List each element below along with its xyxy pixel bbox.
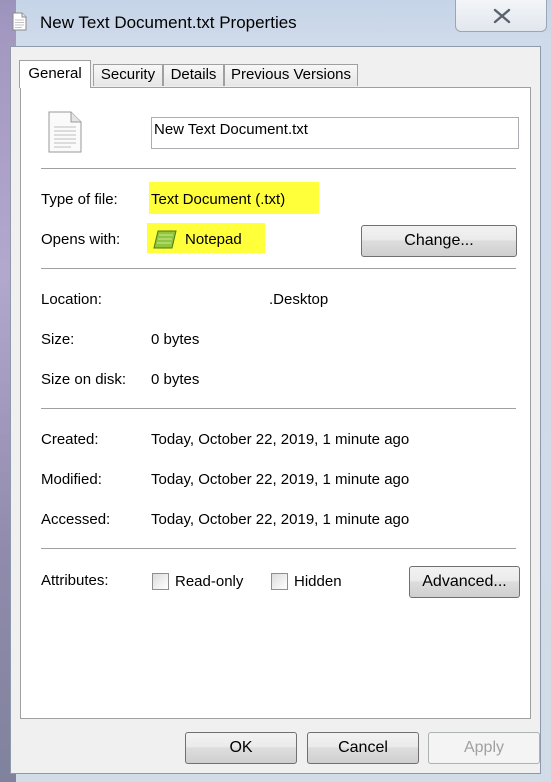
close-button[interactable] (455, 0, 547, 32)
type-of-file-value: Text Document (.txt) (151, 191, 286, 208)
separator (41, 268, 516, 270)
accessed-value: Today, October 22, 2019, 1 minute ago (151, 511, 410, 528)
apply-button[interactable]: Apply (428, 732, 540, 764)
hidden-label[interactable]: Hidden (294, 573, 342, 590)
tab-security[interactable]: Security (93, 64, 163, 86)
size-value: 0 bytes (151, 331, 200, 348)
text-document-icon (48, 111, 82, 153)
tab-general[interactable]: General (19, 60, 91, 88)
tab-previous-versions[interactable]: Previous Versions (224, 64, 358, 86)
hidden-checkbox[interactable] (271, 573, 288, 590)
title-bar[interactable]: New Text Document.txt Properties (0, 0, 551, 46)
dialog-client: General Security Details Previous Versio… (10, 46, 541, 774)
general-panel: New Text Document.txt Type of file: Text… (20, 87, 531, 719)
notepad-icon (153, 230, 177, 249)
window-title: New Text Document.txt Properties (40, 13, 297, 32)
opens-with-value: Notepad (185, 231, 242, 248)
type-of-file-label: Type of file: (41, 191, 118, 208)
properties-window: New Text Document.txt Properties General… (0, 0, 551, 782)
created-label: Created: (41, 431, 99, 448)
ok-button[interactable]: OK (185, 732, 297, 764)
opens-with-label: Opens with: (41, 231, 121, 248)
file-name-input[interactable]: New Text Document.txt (151, 117, 519, 149)
separator (41, 408, 516, 410)
readonly-label[interactable]: Read-only (175, 573, 243, 590)
modified-label: Modified: (41, 471, 102, 488)
text-document-icon (12, 12, 27, 31)
size-on-disk-label: Size on disk: (41, 371, 127, 388)
change-button[interactable]: Change... (361, 225, 517, 257)
advanced-button[interactable]: Advanced... (409, 566, 520, 598)
location-label: Location: (41, 291, 102, 308)
modified-value: Today, October 22, 2019, 1 minute ago (151, 471, 410, 488)
separator (41, 168, 516, 170)
readonly-checkbox[interactable] (152, 573, 169, 590)
size-label: Size: (41, 331, 75, 348)
tab-details[interactable]: Details (163, 64, 224, 86)
accessed-label: Accessed: (41, 511, 111, 528)
close-icon (493, 8, 511, 24)
created-value: Today, October 22, 2019, 1 minute ago (151, 431, 410, 448)
attributes-label: Attributes: (41, 572, 109, 589)
size-on-disk-value: 0 bytes (151, 371, 200, 388)
cancel-button[interactable]: Cancel (307, 732, 419, 764)
separator (41, 548, 516, 550)
location-value: .Desktop (269, 291, 329, 308)
